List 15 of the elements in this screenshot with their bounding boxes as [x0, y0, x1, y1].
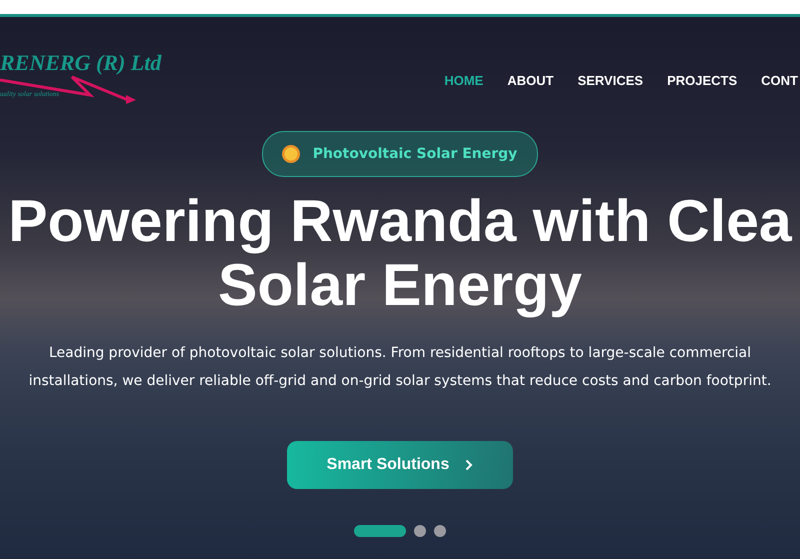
nav-link[interactable]: ABOUT — [507, 73, 554, 88]
badge-text: Photovoltaic Solar Energy — [312, 146, 518, 162]
slide-indicator[interactable] — [354, 525, 406, 537]
nav-link[interactable]: CONT — [761, 73, 798, 88]
slide-indicator[interactable] — [414, 525, 426, 537]
logo-name: RENERG (R) Ltd — [0, 50, 162, 76]
nav-link[interactable]: SERVICES — [578, 73, 644, 88]
sun-icon — [280, 144, 301, 164]
slide-indicator[interactable] — [434, 525, 446, 537]
nav-link[interactable]: PROJECTS — [667, 73, 738, 88]
chevron-right-icon — [465, 459, 474, 471]
nav-link[interactable]: HOME — [444, 73, 484, 88]
headline: Powering Rwanda with Clea Solar Energy — [8, 189, 792, 317]
hero-description: Leading provider of photovoltaic solar solutions. From residential rooftops to large-scale commercial installations, we deliver reliable off-grid and on-grid solar systems that reduce costs and carbon footprint. — [28, 344, 772, 391]
smart-solutions-button[interactable]: Smart Solutions — [286, 441, 514, 489]
